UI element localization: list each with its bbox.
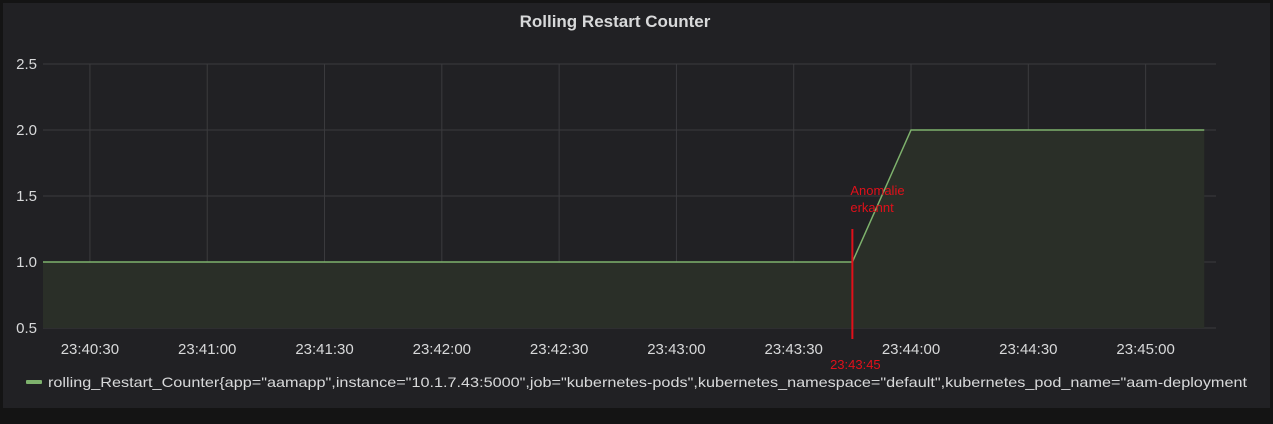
x-tick-label: 23:44:00 <box>882 341 940 358</box>
x-tick-label: 23:41:00 <box>178 341 236 358</box>
x-tick-label: 23:42:00 <box>413 341 471 358</box>
y-tick-label: 1.5 <box>16 188 37 205</box>
x-axis: 23:40:30 23:41:00 23:41:30 23:42:00 23:42:30… <box>61 341 1175 358</box>
y-tick-label: 2.5 <box>16 56 37 73</box>
x-tick-label: 23:44:30 <box>999 341 1057 358</box>
y-tick-label: 2.0 <box>16 122 37 139</box>
legend[interactable]: rolling_Restart_Counter{app="aamapp",ins… <box>26 374 1247 390</box>
y-axis: 0.5 1.0 1.5 2.0 2.5 <box>16 56 37 337</box>
annotation-label: Anomalie <box>850 183 904 198</box>
chart-title: Rolling Restart Counter <box>520 12 711 31</box>
x-tick-label: 23:42:30 <box>530 341 588 358</box>
legend-entry[interactable]: rolling_Restart_Counter{app="aamapp",ins… <box>48 374 1247 390</box>
y-tick-label: 0.5 <box>16 320 37 337</box>
x-tick-label: 23:43:00 <box>647 341 705 358</box>
x-tick-label: 23:45:00 <box>1116 341 1174 358</box>
series-fill <box>43 130 1205 328</box>
x-tick-label: 23:40:30 <box>61 341 119 358</box>
chart: Rolling Restart Counter 0.51.01.52.02.5 … <box>16 12 1247 390</box>
series-area <box>43 129 1205 328</box>
x-tick-label: 23:41:30 <box>295 341 353 358</box>
annotation-time-label: 23:43:45 <box>830 357 881 372</box>
x-tick-label: 23:43:30 <box>765 341 823 358</box>
annotation-label: erkannt <box>850 200 894 215</box>
y-tick-label: 1.0 <box>16 254 37 271</box>
chart-panel: Rolling Restart Counter 0.5 1.0 1.5 2.0 2.5 … <box>3 3 1270 408</box>
legend-swatch <box>26 380 42 384</box>
